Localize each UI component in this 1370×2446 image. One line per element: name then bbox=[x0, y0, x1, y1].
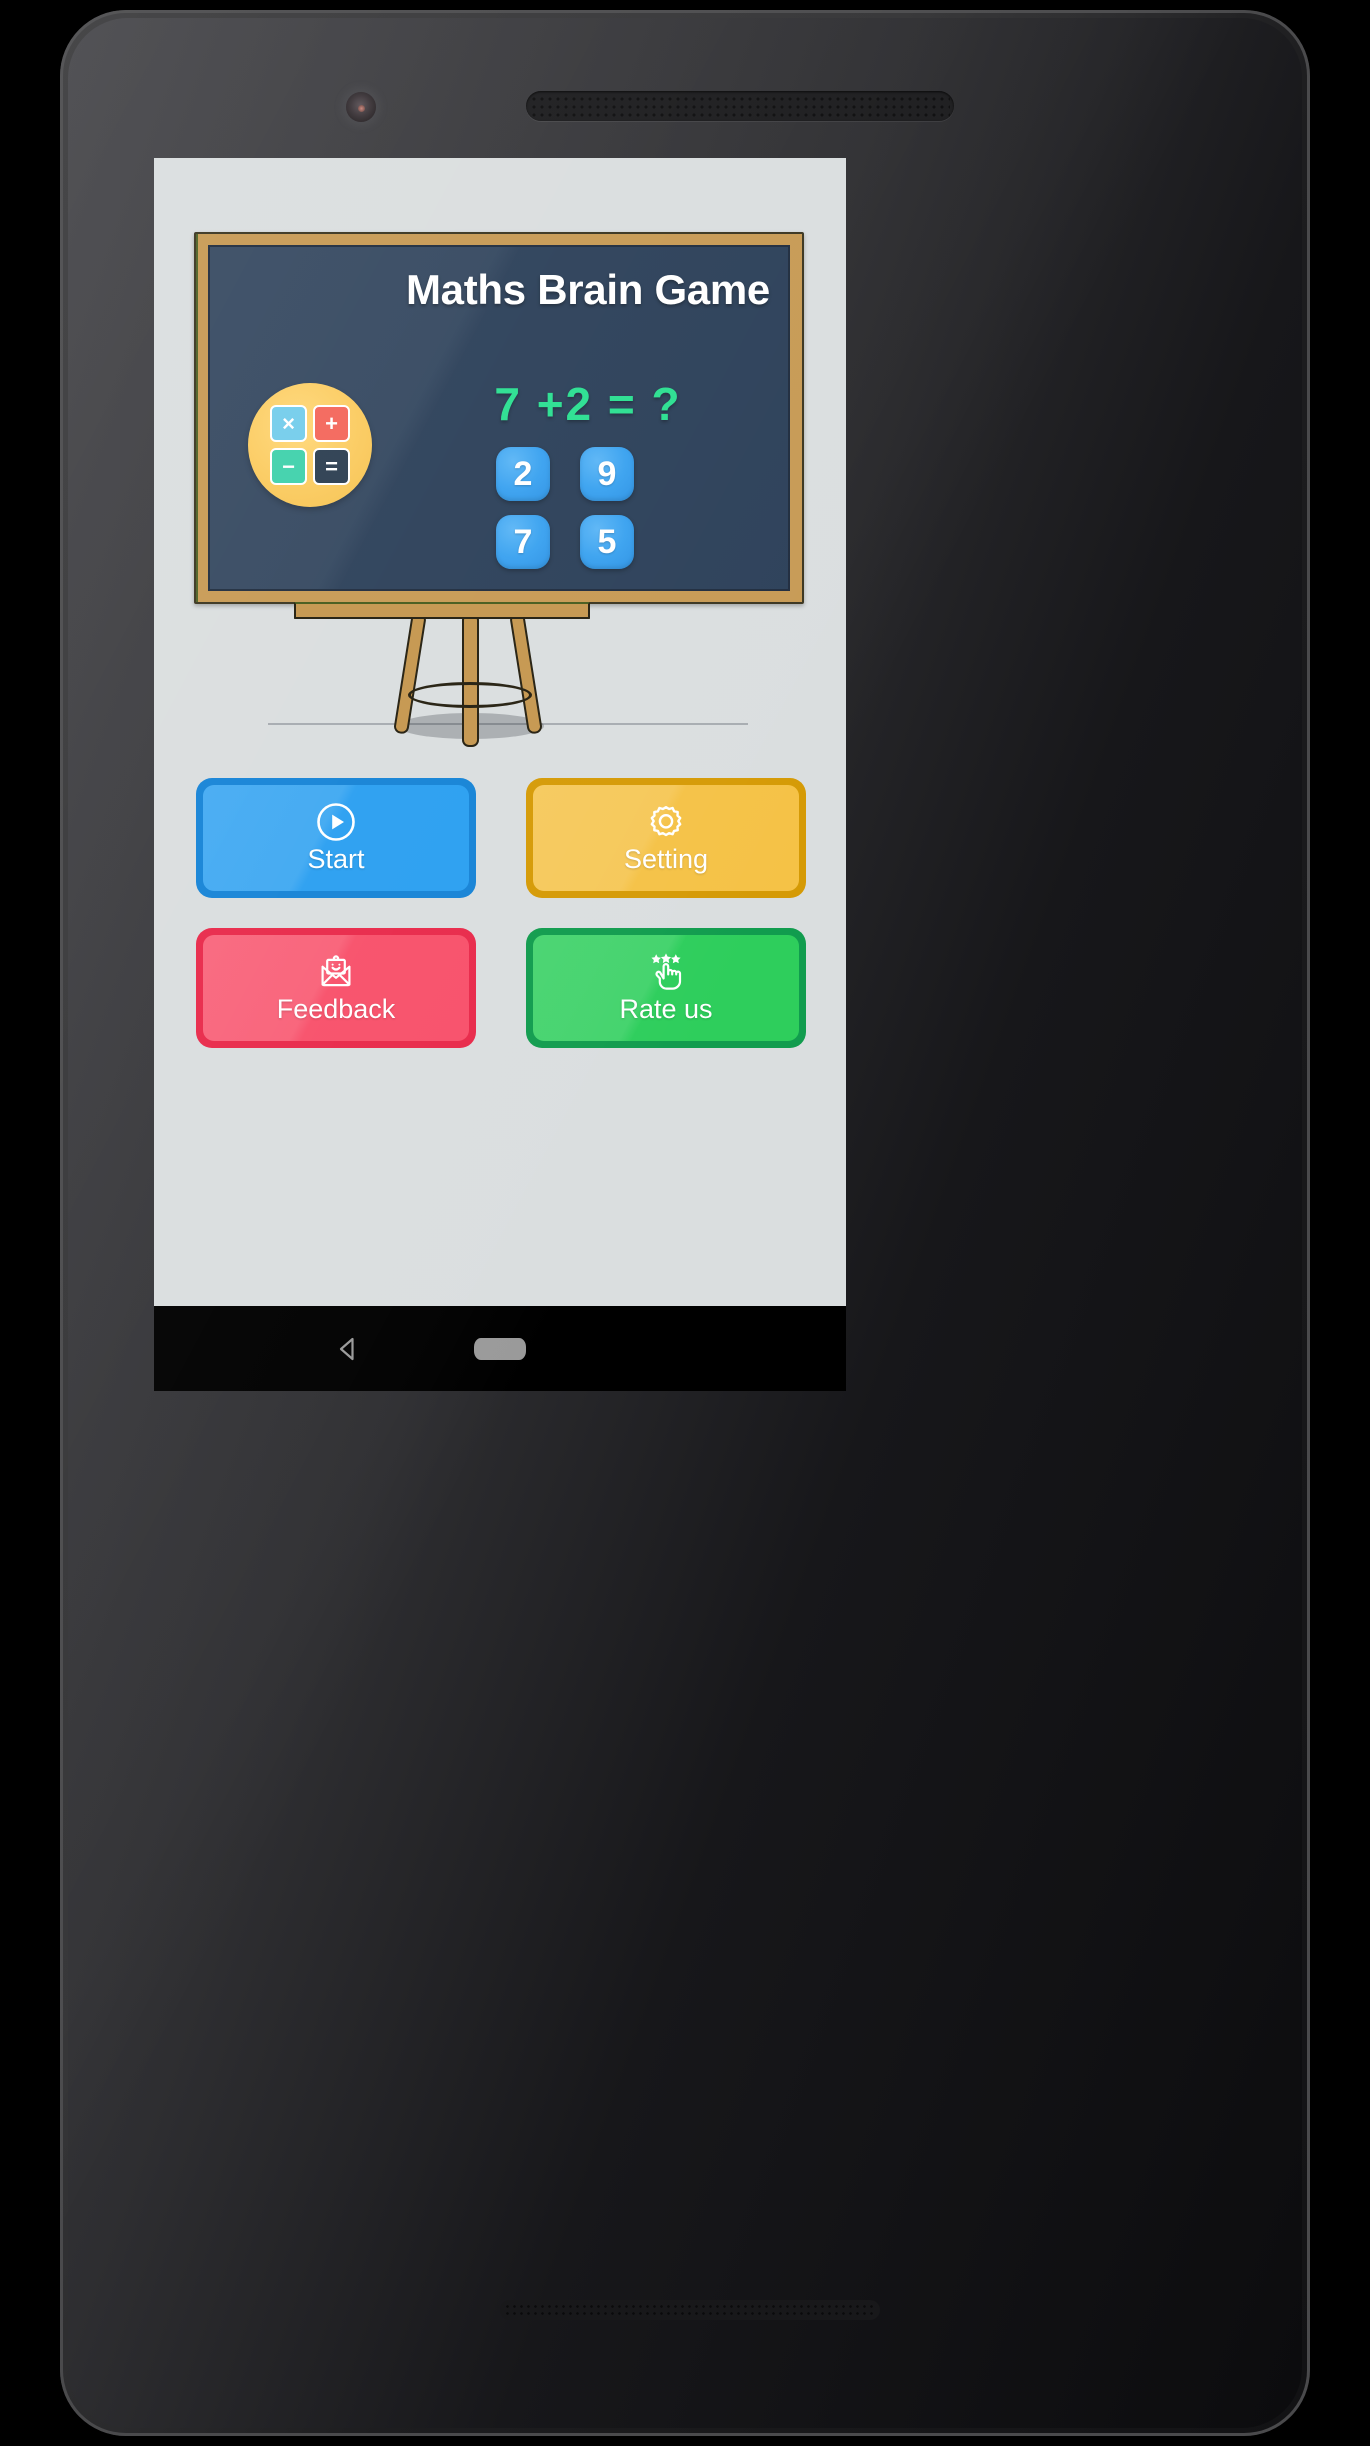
bottom-speaker-grille bbox=[500, 2300, 880, 2320]
minus-icon: − bbox=[270, 448, 307, 485]
gear-icon bbox=[645, 801, 687, 843]
rate-us-button[interactable]: Rate us bbox=[526, 928, 806, 1048]
android-navigation-bar bbox=[154, 1306, 846, 1391]
plus-icon: + bbox=[313, 405, 350, 442]
stars-hand-icon bbox=[643, 951, 689, 993]
math-equation: 7 +2 = ? bbox=[494, 378, 682, 430]
play-circle-icon bbox=[315, 801, 357, 843]
app-content-area: Maths Brain Game 7 +2 = ? 2 9 7 5 × + − … bbox=[154, 158, 846, 1306]
phone-device-frame: Maths Brain Game 7 +2 = ? 2 9 7 5 × + − … bbox=[60, 10, 1310, 2436]
main-menu: Start Setting Feedback Rate us bbox=[196, 778, 806, 1048]
equals-icon: = bbox=[313, 448, 350, 485]
page-title: Maths Brain Game bbox=[406, 266, 770, 313]
calculator-logo: × + − = bbox=[248, 383, 372, 507]
answer-option-9[interactable]: 9 bbox=[580, 447, 634, 501]
easel-illustration: Maths Brain Game 7 +2 = ? 2 9 7 5 × + − … bbox=[154, 158, 846, 758]
feedback-button[interactable]: Feedback bbox=[196, 928, 476, 1048]
front-camera-icon bbox=[346, 92, 376, 122]
answer-option-2[interactable]: 2 bbox=[496, 447, 550, 501]
answer-option-7[interactable]: 7 bbox=[496, 515, 550, 569]
answer-options-grid: 2 9 7 5 bbox=[496, 447, 686, 569]
calculator-tiles: × + − = bbox=[270, 405, 350, 485]
setting-button[interactable]: Setting bbox=[526, 778, 806, 898]
feedback-button-label: Feedback bbox=[276, 994, 396, 1024]
start-button[interactable]: Start bbox=[196, 778, 476, 898]
answer-option-5[interactable]: 5 bbox=[580, 515, 634, 569]
easel-ring-brace bbox=[408, 682, 532, 708]
chalkboard-frame: Maths Brain Game 7 +2 = ? 2 9 7 5 × + − … bbox=[194, 232, 804, 604]
home-pill-icon[interactable] bbox=[474, 1338, 526, 1360]
chalkboard-surface: Maths Brain Game 7 +2 = ? 2 9 7 5 × + − … bbox=[208, 245, 790, 591]
start-button-label: Start bbox=[307, 844, 365, 874]
rate-us-button-label: Rate us bbox=[619, 994, 713, 1024]
setting-button-label: Setting bbox=[623, 844, 709, 874]
easel-leg-center bbox=[462, 613, 479, 747]
envelope-smile-icon bbox=[315, 951, 357, 993]
multiply-icon: × bbox=[270, 405, 307, 442]
earpiece-speaker-grille bbox=[526, 91, 954, 121]
back-triangle-icon[interactable] bbox=[332, 1334, 362, 1364]
phone-screen: Maths Brain Game 7 +2 = ? 2 9 7 5 × + − … bbox=[154, 158, 846, 1391]
easel-chalk-tray bbox=[294, 602, 590, 619]
